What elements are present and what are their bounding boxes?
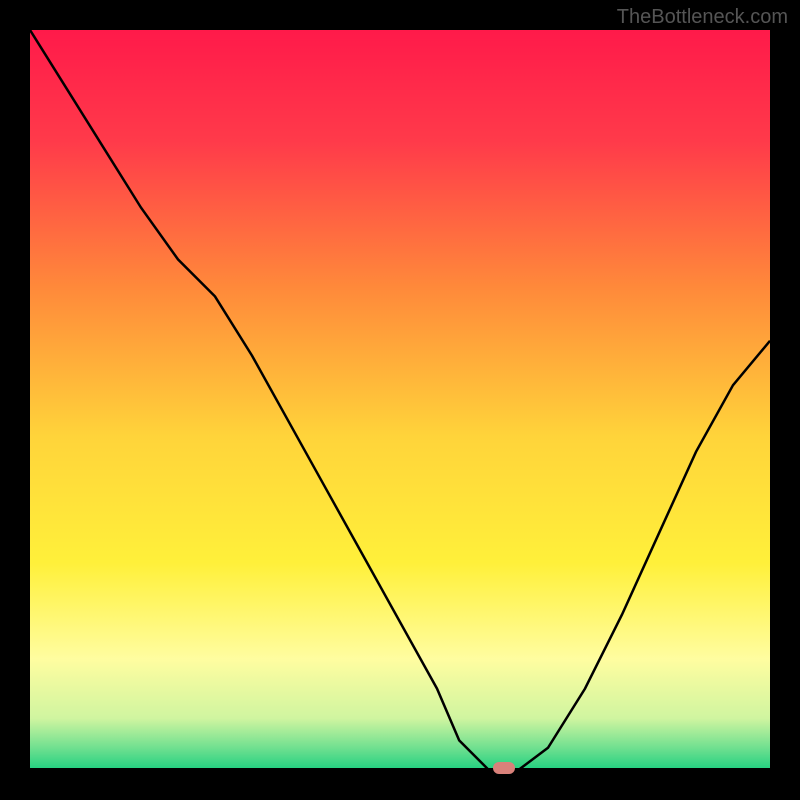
bottleneck-curve bbox=[30, 30, 770, 770]
plot-area bbox=[30, 30, 770, 770]
optimal-marker bbox=[493, 762, 515, 774]
chart-container: TheBottleneck.com bbox=[0, 0, 800, 800]
curve-layer bbox=[30, 30, 770, 770]
watermark-text: TheBottleneck.com bbox=[617, 6, 788, 29]
